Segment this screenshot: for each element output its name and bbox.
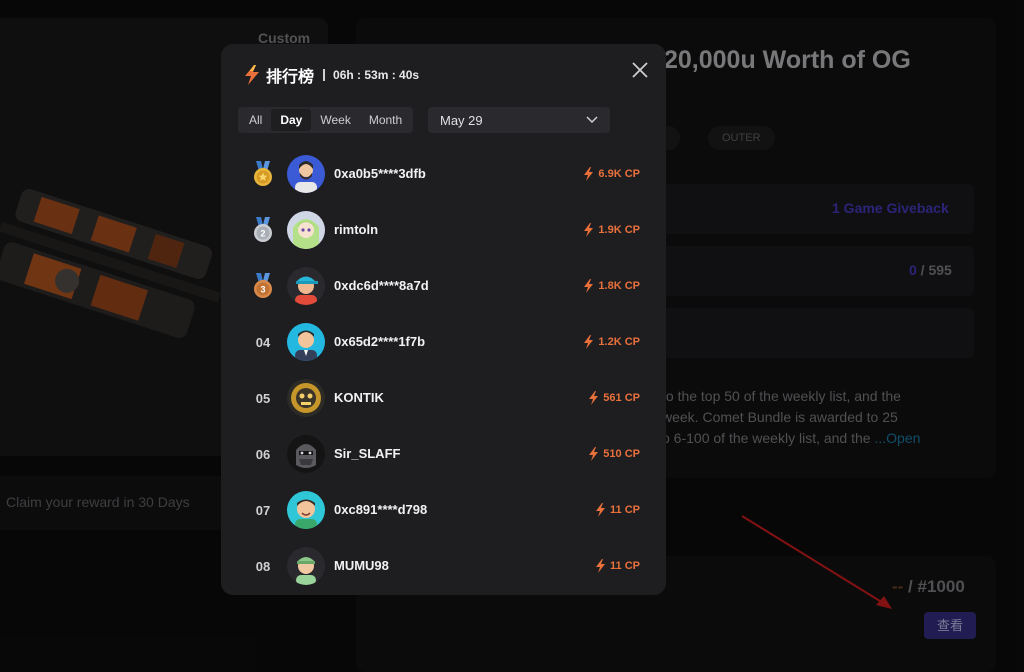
score-value: 11 CP [610,504,640,516]
lightning-icon [596,503,606,517]
gold-medal-icon [251,146,275,202]
bronze-medal-icon: 3 [251,258,275,314]
svg-text:2: 2 [260,229,265,239]
title-separator [323,69,326,81]
score-value: 561 CP [603,392,640,404]
rank-number: 06 [255,446,271,462]
rank-number: 07 [255,502,271,518]
lightning-icon [584,223,594,237]
close-icon[interactable] [630,60,650,80]
leaderboard-row[interactable]: 06 Sir_SLAFF 510 CP [221,426,666,482]
score-value: 510 CP [603,448,640,460]
lightning-icon [584,279,594,293]
lightning-icon [584,167,594,181]
svg-text:3: 3 [260,285,265,295]
countdown-timer: 06h : 53m : 40s [333,68,420,82]
tab-day[interactable]: Day [271,109,312,131]
score-value: 1.8K CP [598,280,640,292]
rank-number: 04 [255,334,271,350]
player-name: Sir_SLAFF [334,446,401,461]
player-name: KONTIK [334,390,384,405]
smiling-man-avatar [287,491,325,529]
player-score: 1.2K CP [583,314,640,370]
date-select-value: May 29 [440,112,483,128]
leaderboard-row[interactable]: 08 MUMU98 11 CP [221,538,666,594]
leaderboard-row[interactable]: 2 rimtoln 1.9K CP [221,202,666,258]
suit-man-avatar [287,323,325,361]
modal-header: 排行榜 06h : 53m : 40s [243,64,419,86]
player-name: 0x65d2****1f7b [334,334,426,349]
leaderboard-row[interactable]: 0xa0b5****3dfb 6.9K CP [221,146,666,202]
date-select[interactable]: May 29 [428,107,610,133]
score-value: 1.2K CP [598,336,640,348]
rank-number: 08 [255,558,271,574]
knight-helmet-avatar [287,435,325,473]
modal-title: 排行榜 [266,69,315,86]
leaderboard-row[interactable]: 05 KONTIK 561 CP [221,370,666,426]
leaderboard-row[interactable]: 3 0xdc6d****8a7d 1.8K CP [221,258,666,314]
player-name: 0xc891****d798 [334,502,428,517]
player-score: 561 CP [588,370,640,426]
tab-week[interactable]: Week [311,109,359,131]
chevron-down-icon [586,116,598,124]
player-score: 11 CP [595,538,640,594]
player-score: 1.8K CP [583,258,640,314]
player-name: 0xdc6d****8a7d [334,278,429,293]
bearded-man-avatar [287,155,325,193]
lightning-icon [584,335,594,349]
tab-all[interactable]: All [240,109,271,131]
tab-month[interactable]: Month [360,109,411,131]
player-score: 6.9K CP [583,146,640,202]
lightning-icon [245,65,259,85]
green-cap-avatar [287,547,325,585]
leaderboard-modal: 排行榜 06h : 53m : 40s All Day Week Month M… [221,44,666,595]
score-value: 1.9K CP [598,224,640,236]
player-name: 0xa0b5****3dfb [334,166,426,181]
period-tabs: All Day Week Month [238,107,414,133]
cap-man-avatar [287,267,325,305]
score-value: 6.9K CP [598,168,640,180]
lightning-icon [589,447,599,461]
player-score: 1.9K CP [583,202,640,258]
player-score: 11 CP [595,482,640,538]
lightning-icon [589,391,599,405]
rank-number: 05 [255,390,271,406]
bitcoin-skull-avatar [287,379,325,417]
player-name: MUMU98 [334,558,389,573]
leaderboard-row[interactable]: 04 0x65d2****1f7b 1.2K CP [221,314,666,370]
score-value: 11 CP [610,560,640,572]
silver-medal-icon: 2 [251,202,275,258]
anime-girl-avatar [287,211,325,249]
lightning-icon [596,559,606,573]
player-score: 510 CP [588,426,640,482]
player-name: rimtoln [334,222,379,237]
leaderboard-row[interactable]: 07 0xc891****d798 11 CP [221,482,666,538]
